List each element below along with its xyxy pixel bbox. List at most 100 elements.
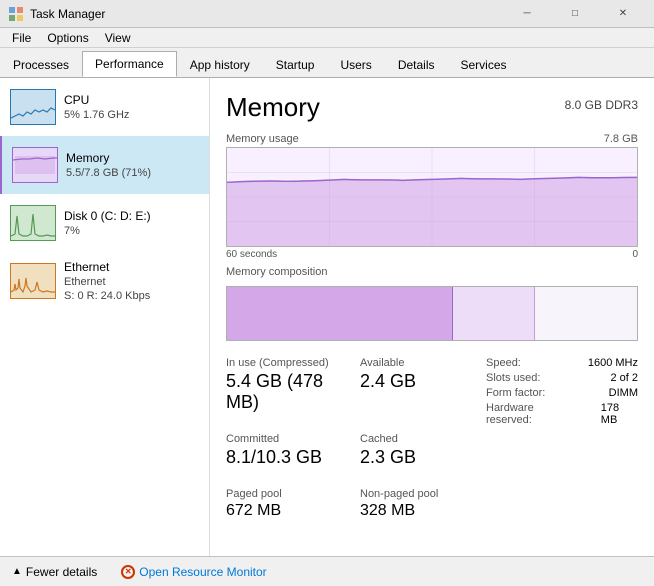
memory-composition-graph-box — [226, 286, 638, 341]
tab-startup[interactable]: Startup — [263, 51, 328, 77]
tab-processes[interactable]: Processes — [0, 51, 82, 77]
maximize-button[interactable]: □ — [552, 0, 598, 28]
comp-used — [227, 287, 453, 340]
stat-committed: Committed 8.1/10.3 GB — [226, 429, 344, 476]
ethernet-value: S: 0 R: 24.0 Kbps — [64, 290, 199, 302]
chart-usage-title: Memory usage — [226, 133, 299, 145]
sidebar-item-cpu[interactable]: CPU 5% 1.76 GHz — [0, 78, 209, 136]
content-title: Memory — [226, 92, 320, 123]
stat-paged-value: 672 MB — [226, 502, 336, 520]
comp-standby — [453, 287, 535, 340]
menu-options[interactable]: Options — [39, 29, 96, 47]
memory-usage-chart: Memory usage 7.8 GB — [226, 133, 638, 260]
stat-inuse: In use (Compressed) 5.4 GB (478 MB) — [226, 353, 344, 421]
stat-cached-value: 2.3 GB — [360, 447, 470, 468]
comp-free — [535, 287, 638, 340]
stat-speed-row: Speed: 1600 MHz — [486, 357, 638, 369]
ethernet-sublabel: Ethernet — [64, 276, 199, 288]
sidebar: CPU 5% 1.76 GHz Memory 5.5/7.8 GB (71%) — [0, 78, 210, 556]
stat-committed-label: Committed — [226, 433, 336, 445]
resource-monitor-icon: ✕ — [121, 565, 135, 579]
window-controls: ─ □ ✕ — [504, 0, 646, 28]
bottom-bar: ▲ Fewer details ✕ Open Resource Monitor — [0, 556, 654, 586]
stat-paged: Paged pool 672 MB — [226, 484, 344, 528]
tab-performance[interactable]: Performance — [82, 51, 177, 77]
sidebar-item-memory[interactable]: Memory 5.5/7.8 GB (71%) — [0, 136, 209, 194]
stat-form-value: DIMM — [609, 387, 638, 399]
stat-inuse-value: 5.4 GB (478 MB) — [226, 371, 336, 413]
title-bar: Task Manager ─ □ ✕ — [0, 0, 654, 28]
memory-mini-graph — [12, 147, 58, 183]
stat-hwres-value: 178 MB — [601, 402, 638, 426]
stat-nonpaged: Non-paged pool 328 MB — [360, 484, 478, 528]
disk-label: Disk 0 (C: D: E:) — [64, 209, 199, 223]
chart-time-label: 60 seconds — [226, 249, 277, 260]
app-icon — [8, 6, 24, 22]
stat-slots-row: Slots used: 2 of 2 — [486, 372, 638, 384]
ethernet-mini-graph — [10, 263, 56, 299]
stat-hwres-label: Hardware reserved: — [486, 402, 581, 426]
tab-details[interactable]: Details — [385, 51, 448, 77]
chart-zero-label: 0 — [632, 249, 638, 260]
menu-view[interactable]: View — [97, 29, 139, 47]
stat-nonpaged-label: Non-paged pool — [360, 488, 470, 500]
chart-comp-label: Memory composition — [226, 266, 638, 278]
tab-services[interactable]: Services — [448, 51, 520, 77]
left-stats: In use (Compressed) 5.4 GB (478 MB) Avai… — [226, 353, 478, 528]
memory-composition-chart: Memory composition — [226, 266, 638, 341]
memory-label: Memory — [66, 151, 199, 165]
stat-inuse-label: In use (Compressed) — [226, 357, 336, 369]
stat-nonpaged-value: 328 MB — [360, 502, 470, 520]
stat-paged-label: Paged pool — [226, 488, 336, 500]
disk-info: Disk 0 (C: D: E:) 7% — [64, 209, 199, 237]
ethernet-label: Ethernet — [64, 260, 199, 274]
tab-bar: Processes Performance App history Startu… — [0, 48, 654, 78]
ethernet-info: Ethernet Ethernet S: 0 R: 24.0 Kbps — [64, 260, 199, 302]
disk-mini-graph — [10, 205, 56, 241]
stat-cached-label: Cached — [360, 433, 470, 445]
stat-form-label: Form factor: — [486, 387, 545, 399]
open-resource-monitor-link[interactable]: ✕ Open Resource Monitor — [121, 565, 266, 579]
composition-bar — [227, 287, 637, 340]
fewer-details-button[interactable]: ▲ Fewer details — [8, 563, 101, 581]
memory-info: Memory 5.5/7.8 GB (71%) — [66, 151, 199, 179]
resource-monitor-label: Open Resource Monitor — [139, 565, 266, 579]
stats-grid: In use (Compressed) 5.4 GB (478 MB) Avai… — [226, 353, 478, 528]
sidebar-item-ethernet[interactable]: Ethernet Ethernet S: 0 R: 24.0 Kbps — [0, 252, 209, 310]
memory-value: 5.5/7.8 GB (71%) — [66, 167, 199, 179]
cpu-value: 5% 1.76 GHz — [64, 109, 199, 121]
stat-speed-value: 1600 MHz — [588, 357, 638, 369]
content-area: Memory 8.0 GB DDR3 Memory usage 7.8 GB — [210, 78, 654, 556]
stat-slots-label: Slots used: — [486, 372, 540, 384]
stat-available-label: Available — [360, 357, 470, 369]
minimize-button[interactable]: ─ — [504, 0, 550, 28]
stat-speed-label: Speed: — [486, 357, 521, 369]
chart-usage-label: Memory usage 7.8 GB — [226, 133, 638, 145]
tab-users[interactable]: Users — [327, 51, 384, 77]
stat-cached: Cached 2.3 GB — [360, 429, 478, 476]
chevron-up-icon: ▲ — [12, 566, 22, 577]
content-subtitle: 8.0 GB DDR3 — [565, 98, 638, 112]
stat-form-row: Form factor: DIMM — [486, 387, 638, 399]
stats-area: In use (Compressed) 5.4 GB (478 MB) Avai… — [226, 353, 638, 528]
stat-hwres-row: Hardware reserved: 178 MB — [486, 402, 638, 426]
menu-file[interactable]: File — [4, 29, 39, 47]
tab-apphistory[interactable]: App history — [177, 51, 263, 77]
close-button[interactable]: ✕ — [600, 0, 646, 28]
fewer-details-label: Fewer details — [26, 565, 97, 579]
memory-usage-graph-box — [226, 147, 638, 247]
cpu-label: CPU — [64, 93, 199, 107]
stat-available-value: 2.4 GB — [360, 371, 470, 392]
chart-comp-title: Memory composition — [226, 266, 327, 278]
stat-available: Available 2.4 GB — [360, 353, 478, 421]
cpu-info: CPU 5% 1.76 GHz — [64, 93, 199, 121]
stat-slots-value: 2 of 2 — [610, 372, 638, 384]
right-stats: Speed: 1600 MHz Slots used: 2 of 2 Form … — [478, 353, 638, 528]
main-area: CPU 5% 1.76 GHz Memory 5.5/7.8 GB (71%) — [0, 78, 654, 556]
sidebar-item-disk[interactable]: Disk 0 (C: D: E:) 7% — [0, 194, 209, 252]
stat-committed-value: 8.1/10.3 GB — [226, 447, 336, 468]
cpu-mini-graph — [10, 89, 56, 125]
window-title: Task Manager — [30, 7, 504, 21]
menu-bar: File Options View — [0, 28, 654, 48]
disk-value: 7% — [64, 225, 199, 237]
